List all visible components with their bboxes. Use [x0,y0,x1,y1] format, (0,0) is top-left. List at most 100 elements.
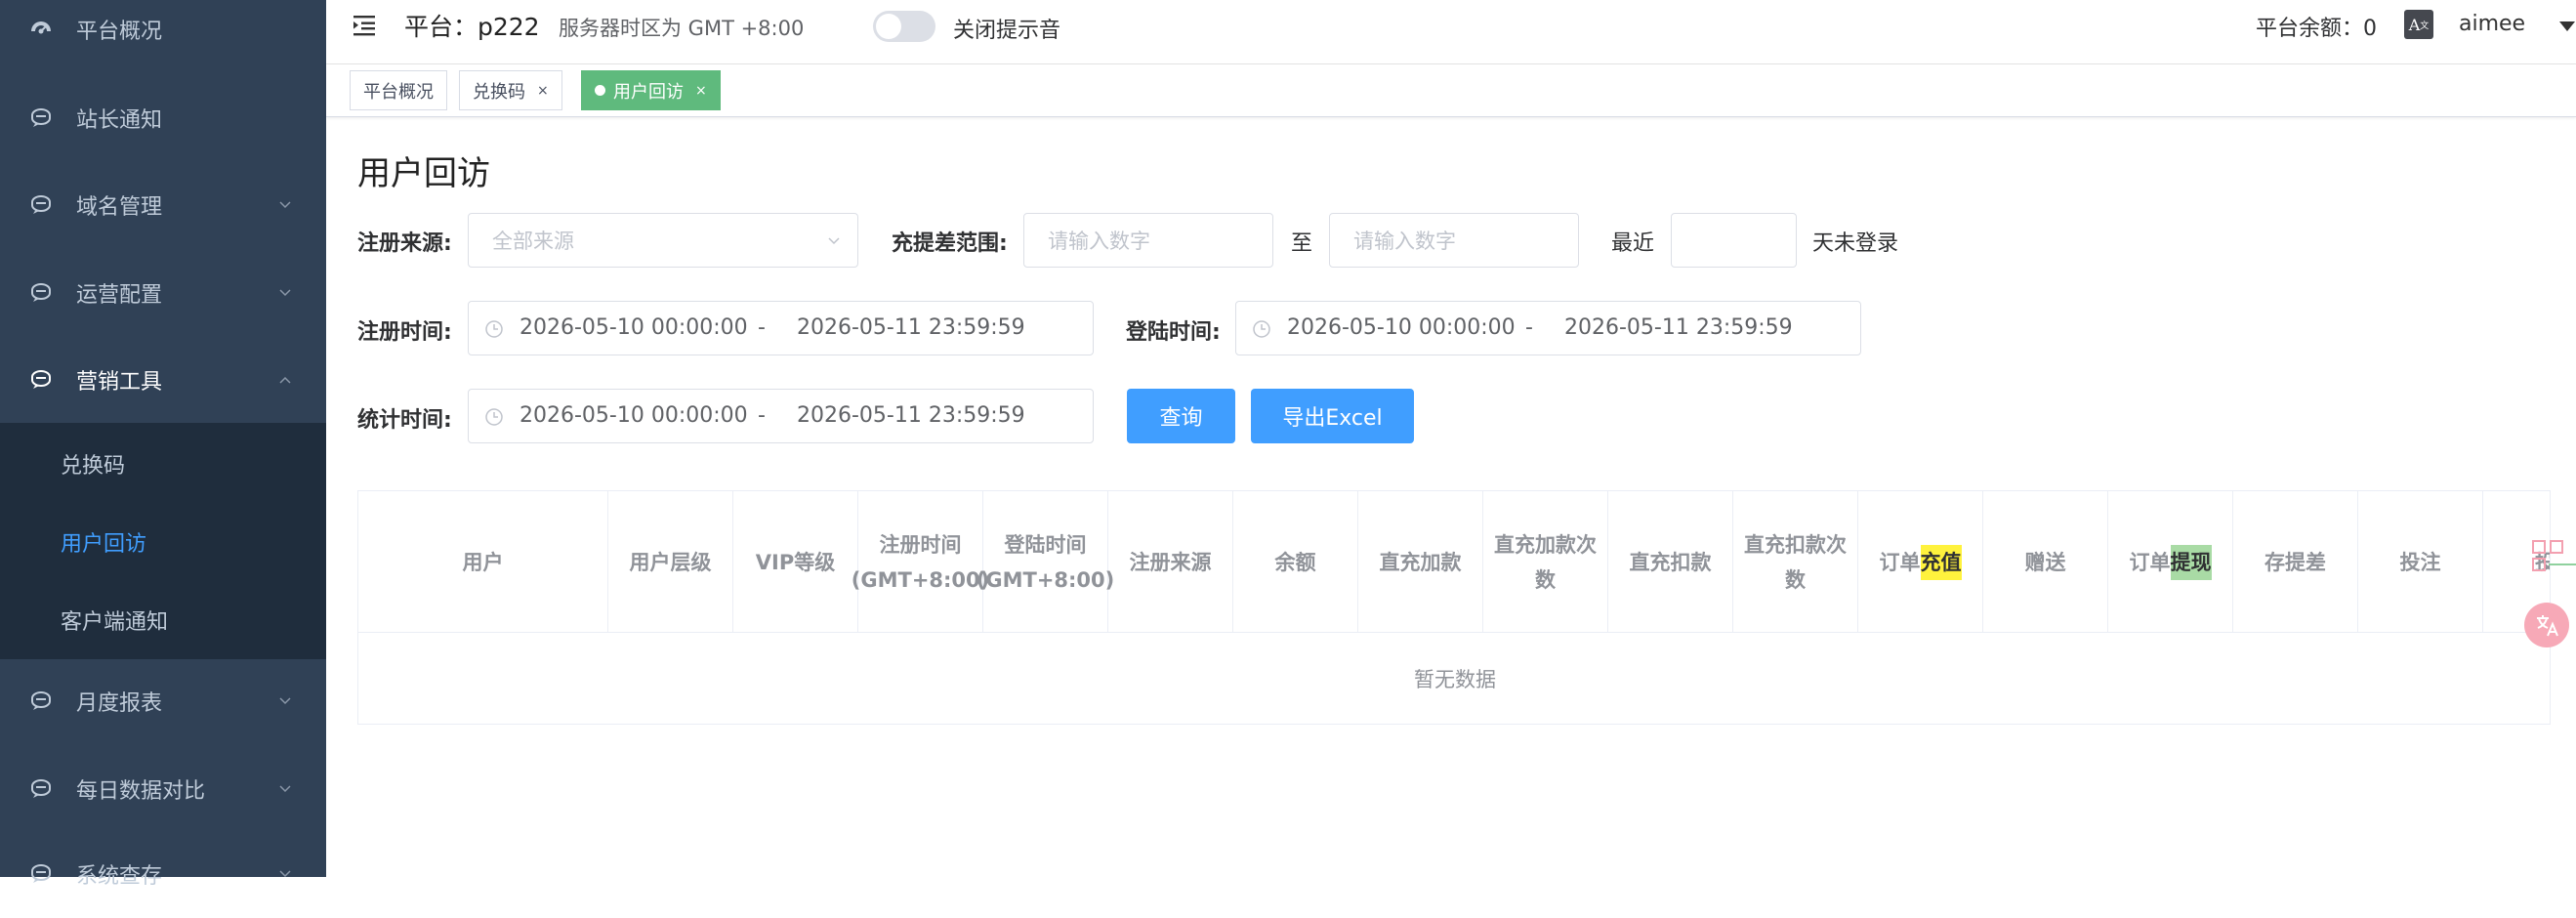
highlighted-text: 提现 [2170,544,2212,580]
range-separator: - [758,315,766,340]
toggle-knob [876,14,901,39]
tag-label: 兑换码 [473,81,525,103]
column-header: 投注 [2358,491,2483,633]
diff-min-placeholder: 请输入数字 [1048,230,1150,253]
column-header: VIP等级 [733,491,858,633]
diff-range-label: 充提差范围: [892,231,1008,256]
sidebar-item-label: 站长通知 [76,108,163,133]
sidebar-subitem-redeem-code[interactable]: 兑换码 [0,425,326,503]
login-time-label: 登陆时间: [1126,320,1221,345]
platform-balance: 平台余额：0 [2256,17,2377,41]
range-separator: - [1525,315,1533,340]
reg-time-range-picker[interactable]: 2026-05-10 00:00:00 - 2026-05-11 23:59:5… [468,301,1094,355]
tags-view: 平台概况 兑换码 × 用户回访 × [326,64,2576,117]
chat-icon [31,108,51,127]
screenshot-tool-icon[interactable] [2525,539,2576,578]
login-time-start: 2026-05-10 00:00:00 [1287,315,1516,340]
reg-time-label: 注册时间: [357,320,452,345]
user-menu[interactable]: aimee [2459,12,2525,36]
tag-user-revisit[interactable]: 用户回访 × [581,70,721,110]
sidebar-item-label: 平台概况 [76,20,163,44]
column-header: 用户层级 [608,491,733,633]
stat-time-label: 统计时间: [357,408,452,433]
sidebar-item-label: 域名管理 [76,195,163,220]
stat-time-end: 2026-05-11 23:59:59 [797,403,1025,428]
column-header: 赠送 [1983,491,2108,633]
stat-time-range-picker[interactable]: 2026-05-10 00:00:00 - 2026-05-11 23:59:5… [468,389,1094,443]
range-to-label: 至 [1291,231,1313,256]
chevron-down-icon [279,289,291,297]
recent-label: 最近 [1611,231,1655,256]
export-excel-button[interactable]: 导出Excel [1251,389,1414,443]
sound-toggle[interactable] [873,11,935,42]
topbar: 平台：p222 服务器时区为 GMT +8:00 关闭提示音 平台余额：0 A文… [326,0,2576,64]
sidebar-item-label: 系统查存 [76,864,163,889]
sidebar-item-webmaster-notice[interactable]: 站长通知 [0,74,326,162]
tag-platform-overview[interactable]: 平台概况 [350,70,447,110]
close-icon[interactable]: × [695,83,707,99]
column-header: 用户 [358,491,608,633]
empty-state: 暂无数据 [1414,668,1496,691]
chat-icon [31,691,51,710]
login-time-range-picker[interactable]: 2026-05-10 00:00:00 - 2026-05-11 23:59:5… [1235,301,1861,355]
sidebar-item-domain-management[interactable]: 域名管理 [0,161,326,249]
diff-max-input[interactable]: 请输入数字 [1329,213,1579,268]
column-header-prefix: 订单 [2129,550,2171,574]
sidebar-item-operation-config[interactable]: 运营配置 [0,249,326,337]
recent-days-input[interactable] [1671,213,1797,268]
sidebar-item-system-query[interactable]: 系统查存 [0,830,326,918]
sidebar-item-platform-overview[interactable]: 平台概况 [0,0,326,73]
hamburger-icon[interactable] [352,12,379,39]
column-header: 注册来源 [1108,491,1233,633]
caret-down-icon[interactable] [2558,21,2576,32]
sidebar-item-label: 月度报表 [76,691,163,716]
chat-icon [31,283,51,302]
clock-icon [1253,320,1270,338]
login-time-end: 2026-05-11 23:59:59 [1564,315,1793,340]
dashboard-icon [31,21,51,34]
chat-icon [31,370,51,389]
user-revisit-table: 用户 用户层级 VIP等级 注册时间(GMT+8:00) 登陆时间(GMT+8:… [357,490,2551,725]
column-header-prefix: 订单 [1879,550,1921,574]
close-icon[interactable]: × [537,83,549,99]
tag-label: 用户回访 [613,81,684,103]
column-header: 直充加款次数 [1483,491,1608,633]
sidebar-item-monthly-report[interactable]: 月度报表 [0,657,326,745]
recent-suffix-label: 天未登录 [1812,231,1899,256]
diff-min-input[interactable]: 请输入数字 [1023,213,1273,268]
sidebar-item-label: 运营配置 [76,283,163,308]
chevron-down-icon [279,697,291,705]
column-header: 订单 充值 [1858,491,1983,633]
stat-time-start: 2026-05-10 00:00:00 [519,403,748,428]
sidebar: 平台概况 站长通知 域名管理 运营配置 营销工具 兑换码 用户回访 客户端通知 … [0,0,326,889]
sidebar-subitem-client-notice[interactable]: 客户端通知 [0,581,326,659]
chevron-up-icon [279,376,291,384]
sidebar-item-daily-compare[interactable]: 每日数据对比 [0,745,326,833]
source-select[interactable]: 全部来源 [468,213,858,268]
sidebar-subitem-user-revisit[interactable]: 用户回访 [0,503,326,581]
column-header: 存提差 [2233,491,2358,633]
column-header: 注册时间(GMT+8:00) [852,491,989,633]
clock-icon [485,408,503,426]
sound-toggle-label: 关闭提示音 [953,19,1061,43]
server-timezone: 服务器时区为 GMT +8:00 [559,17,805,40]
tag-redeem-code[interactable]: 兑换码 × [459,70,562,110]
column-header: 余额 [1233,491,1358,633]
translate-icon [2537,615,2558,637]
chevron-down-icon [279,201,291,209]
chevron-down-icon [279,785,291,793]
sidebar-item-label: 营销工具 [76,370,163,395]
tag-label: 平台概况 [363,81,434,103]
chevron-down-icon [828,237,840,245]
translate-tool-icon[interactable] [2524,603,2569,647]
sidebar-item-label: 每日数据对比 [76,779,206,804]
chevron-down-icon [279,870,291,878]
translate-icon[interactable]: A文 [2404,10,2433,39]
column-header: 登陆时间(GMT+8:00) [976,491,1114,633]
clock-icon [485,320,503,338]
sidebar-item-marketing-tools[interactable]: 营销工具 [0,336,326,424]
chat-icon [31,864,51,883]
reg-time-start: 2026-05-10 00:00:00 [519,315,748,340]
diff-max-placeholder: 请输入数字 [1353,230,1456,253]
query-button[interactable]: 查询 [1127,389,1235,443]
